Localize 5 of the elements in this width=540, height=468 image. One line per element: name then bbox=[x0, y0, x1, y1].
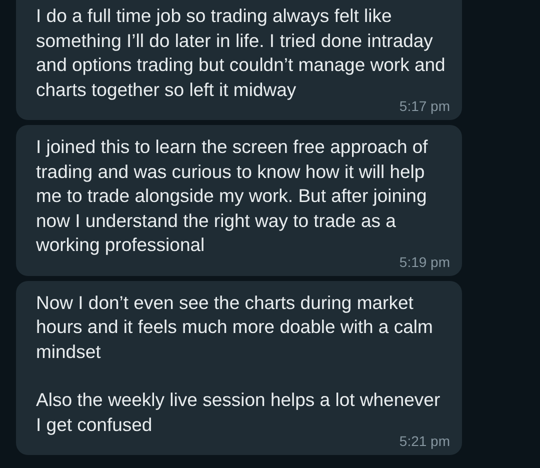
message-text: I do a full time job so trading always felt like something I’ll do later in life. I tried done intraday and options trading but couldn’t manage work and charts together so left it midway bbox=[36, 4, 446, 101]
message-text: Also the weekly live session helps a lot whenever I get confused bbox=[36, 388, 442, 436]
message-text: Now I don’t even see the charts during market hours and it feels much more doable with a calm mindset bbox=[36, 290, 434, 364]
message-time: 5:21 pm bbox=[399, 433, 450, 449]
message-time: 5:17 pm bbox=[399, 98, 450, 114]
